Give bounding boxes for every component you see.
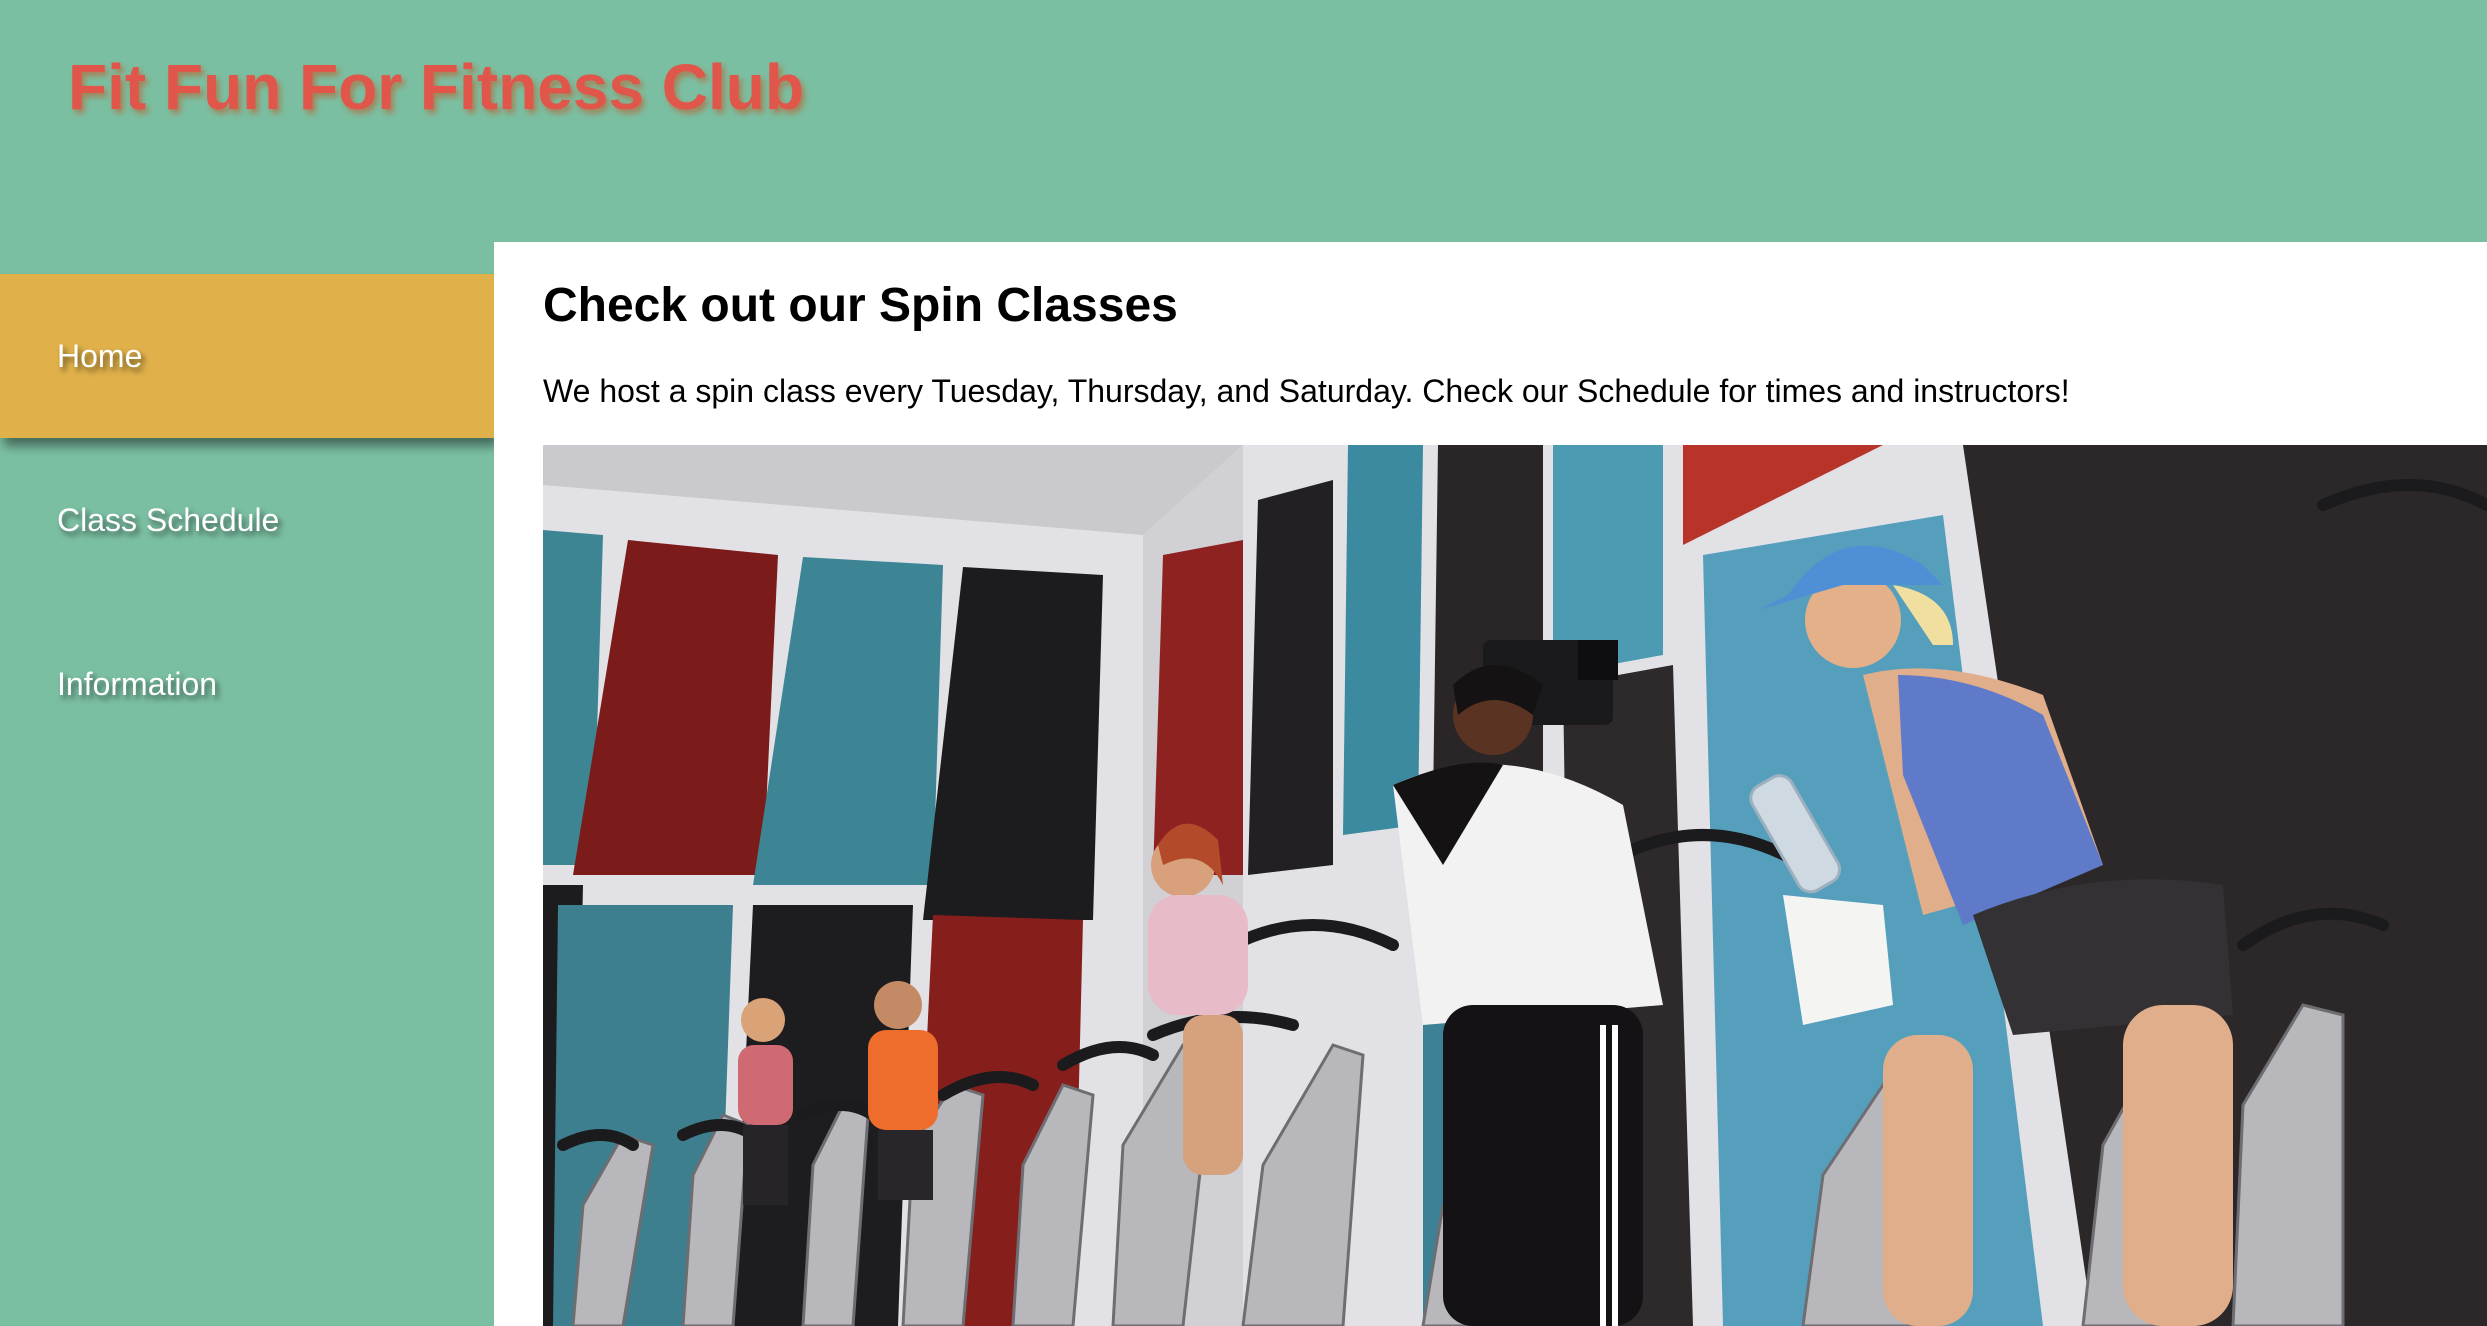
nav-item-home[interactable]: Home	[0, 274, 494, 438]
page-description: We host a spin class every Tuesday, Thur…	[543, 373, 2070, 409]
sidebar-nav: Home Class Schedule Information	[0, 242, 494, 1326]
spin-class-photo	[543, 445, 2487, 1326]
main-content: Check out our Spin Classes We host a spi…	[494, 242, 2487, 1326]
nav-item-class-schedule[interactable]: Class Schedule	[0, 438, 494, 602]
nav-item-information[interactable]: Information	[0, 602, 494, 766]
page-heading: Check out our Spin Classes	[543, 279, 1178, 332]
site-title: Fit Fun For Fitness Club	[68, 51, 804, 123]
site-header: Fit Fun For Fitness Club	[0, 0, 2487, 242]
